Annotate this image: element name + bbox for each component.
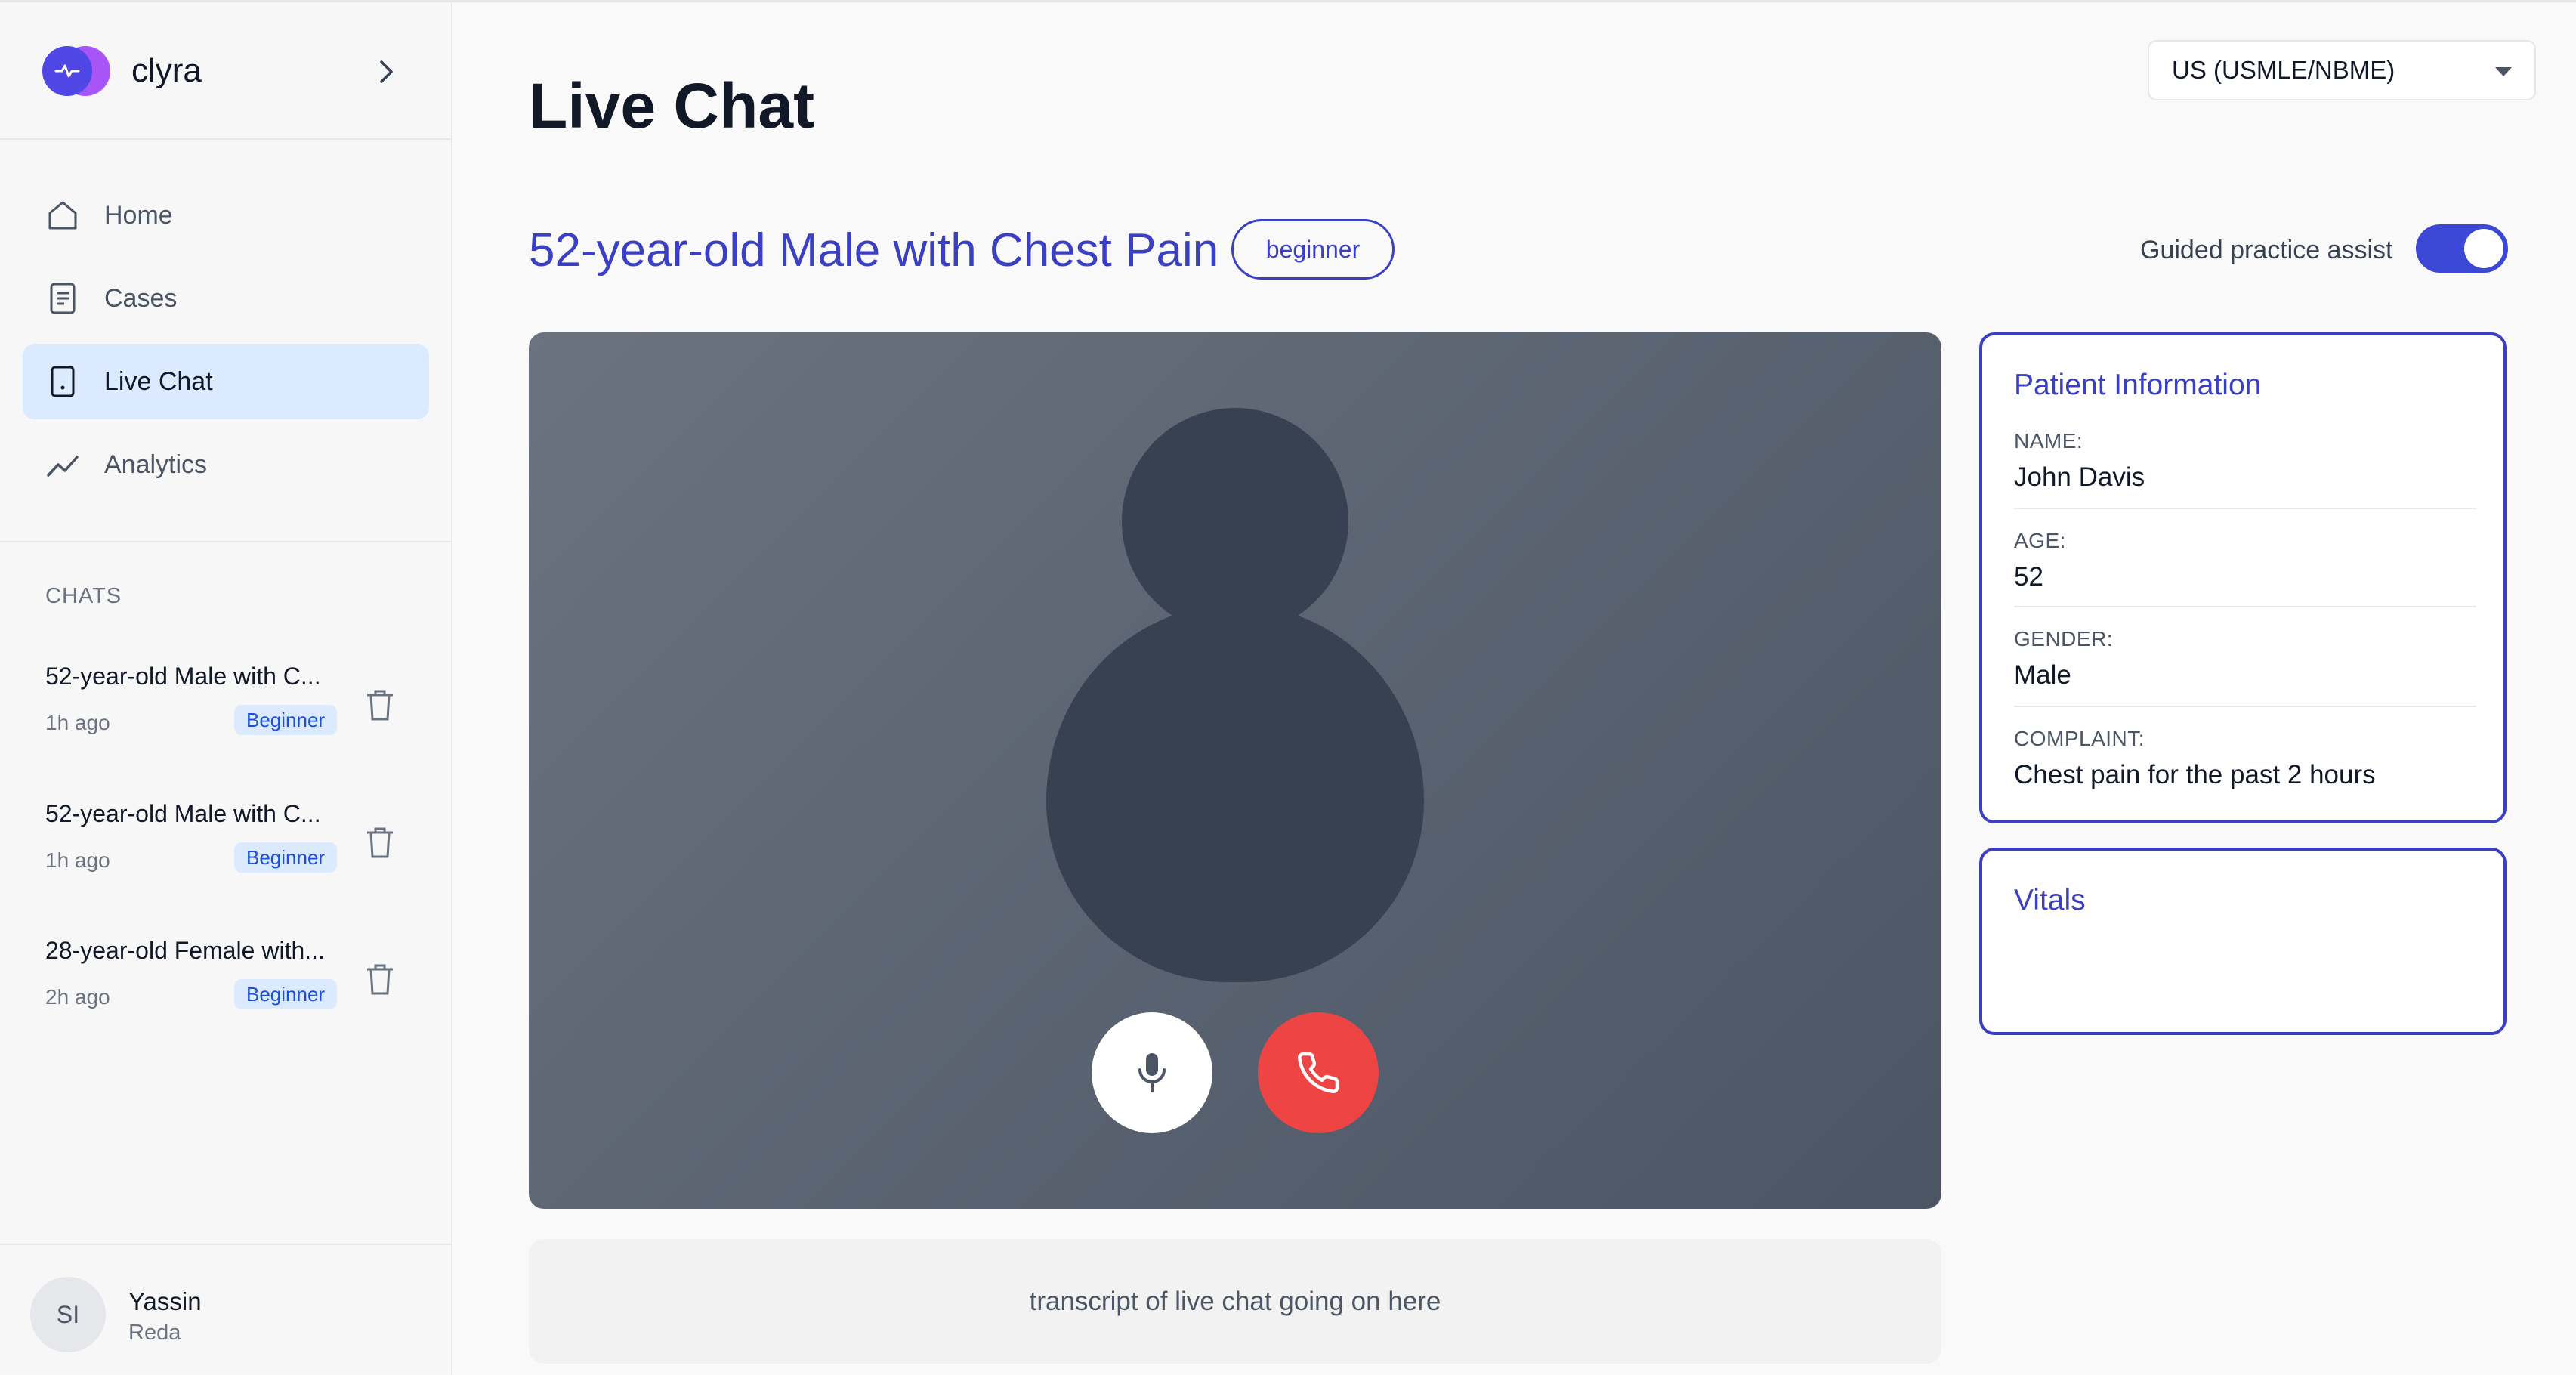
nav-label: Analytics	[104, 450, 208, 479]
trash-icon	[367, 690, 393, 721]
chat-list-item[interactable]: 52-year-old Male with C... 1h ago Beginn…	[23, 644, 429, 758]
nav-item-analytics[interactable]: Analytics	[23, 427, 429, 502]
field-label: GENDER:	[2014, 627, 2114, 650]
guided-assist-toggle[interactable]	[2416, 224, 2508, 273]
main-nav: Home Cases Live Chat Analytics	[23, 178, 429, 510]
app-name: clyra	[131, 52, 202, 89]
level-badge: Beginner	[234, 842, 338, 873]
sidebar: clyra Home Cases Live Chat Analytics CHA…	[0, 2, 452, 1375]
document-icon	[45, 281, 80, 316]
case-title: 52-year-old Male with Chest Pain	[529, 224, 1219, 277]
user-name: Yassin	[128, 1287, 202, 1315]
patient-info-panel: Patient Information NAME: John Davis AGE…	[1979, 332, 2507, 823]
exam-region-select[interactable]: US (USMLE/NBME)	[2148, 40, 2536, 100]
divider	[0, 541, 451, 542]
guided-assist-label: Guided practice assist	[2140, 236, 2393, 264]
avatar: SI	[30, 1277, 106, 1352]
divider	[2014, 508, 2476, 509]
toggle-knob	[2464, 229, 2503, 268]
transcript-area: transcript of live chat going on here	[529, 1239, 1941, 1364]
level-badge: Beginner	[234, 979, 338, 1009]
caret-down-icon	[2495, 67, 2512, 76]
nav-item-cases[interactable]: Cases	[23, 261, 429, 336]
trend-icon	[45, 447, 80, 482]
delete-chat-button[interactable]	[363, 686, 397, 724]
nav-label: Cases	[104, 283, 178, 313]
field-label: AGE:	[2014, 529, 2066, 552]
nav-label: Live Chat	[104, 366, 213, 396]
level-badge: Beginner	[234, 705, 338, 735]
chat-list-item[interactable]: 28-year-old Female with... 2h ago Beginn…	[23, 919, 429, 1032]
chat-title: 52-year-old Male with C...	[45, 663, 321, 690]
nav-item-live-chat[interactable]: Live Chat	[23, 344, 429, 419]
collapse-sidebar-button[interactable]	[372, 55, 402, 88]
video-call-panel	[529, 332, 1941, 1209]
vitals-panel: Vitals	[1979, 848, 2507, 1035]
chat-title: 52-year-old Male with C...	[45, 800, 321, 827]
chats-section-title: CHATS	[45, 584, 122, 608]
user-profile[interactable]: SI Yassin Reda	[0, 1244, 451, 1375]
panel-title: Patient Information	[2014, 369, 2262, 401]
tablet-icon	[45, 364, 80, 399]
nav-label: Home	[104, 200, 173, 230]
logo-icon	[42, 46, 110, 96]
microphone-button[interactable]	[1092, 1012, 1212, 1133]
divider	[2014, 706, 2476, 707]
field-value: 52	[2014, 562, 2043, 592]
field-label: COMPLAINT:	[2014, 727, 2145, 750]
patient-silhouette-body	[1046, 604, 1424, 982]
chat-list-item[interactable]: 52-year-old Male with C... 1h ago Beginn…	[23, 782, 429, 895]
delete-chat-button[interactable]	[363, 960, 397, 998]
difficulty-badge: beginner	[1231, 219, 1395, 280]
phone-icon	[1298, 1052, 1339, 1093]
field-value: Chest pain for the past 2 hours	[2014, 760, 2376, 789]
field-label: NAME:	[2014, 429, 2083, 453]
brand-header: clyra	[0, 2, 451, 140]
chat-title: 28-year-old Female with...	[45, 937, 325, 964]
delete-chat-button[interactable]	[363, 823, 397, 861]
chevron-right-icon	[380, 60, 393, 83]
patient-silhouette-head	[1122, 408, 1348, 635]
field-value: John Davis	[2014, 462, 2145, 492]
patient-field-age: AGE: 52	[2014, 529, 2476, 592]
trash-icon	[367, 964, 393, 995]
select-value: US (USMLE/NBME)	[2172, 56, 2395, 84]
nav-item-home[interactable]: Home	[23, 178, 429, 253]
patient-field-gender: GENDER: Male	[2014, 627, 2476, 691]
chat-time: 1h ago	[45, 711, 110, 734]
panel-title: Vitals	[2014, 884, 2086, 916]
trash-icon	[367, 827, 393, 858]
patient-field-complaint: COMPLAINT: Chest pain for the past 2 hou…	[2014, 727, 2476, 790]
microphone-icon	[1138, 1053, 1166, 1092]
end-call-button[interactable]	[1258, 1012, 1379, 1133]
field-value: Male	[2014, 660, 2071, 690]
patient-field-name: NAME: John Davis	[2014, 429, 2476, 493]
divider	[2014, 606, 2476, 607]
user-subtitle: Reda	[128, 1321, 181, 1345]
chat-time: 2h ago	[45, 985, 110, 1009]
home-icon	[45, 198, 80, 233]
chat-time: 1h ago	[45, 848, 110, 872]
page-title: Live Chat	[529, 70, 815, 141]
